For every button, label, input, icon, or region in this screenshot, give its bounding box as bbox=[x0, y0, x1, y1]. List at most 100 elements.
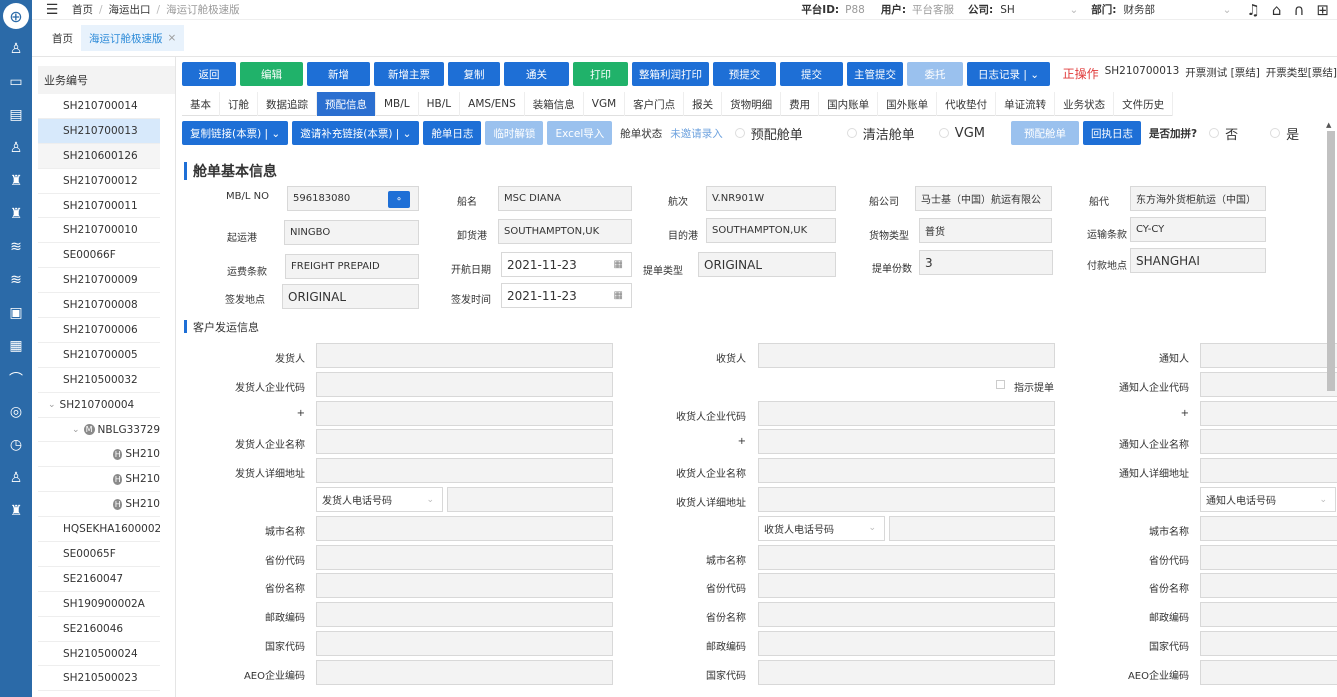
toolbar-button[interactable]: 日志记录 | ⌄ bbox=[967, 62, 1050, 86]
grid-icon[interactable]: ▦ bbox=[0, 329, 32, 362]
agent-input[interactable]: 东方海外货柜航运（中国） bbox=[1130, 186, 1266, 211]
detail-tab[interactable]: 代收垫付 bbox=[937, 92, 997, 116]
field-input[interactable] bbox=[1200, 343, 1337, 368]
breadcrumb-sea-export[interactable]: 海运出口 bbox=[109, 2, 151, 17]
person-icon[interactable]: ♙ bbox=[0, 131, 32, 164]
detail-tab[interactable]: 货物明细 bbox=[722, 92, 782, 116]
menu-toggle-icon[interactable]: ☰ bbox=[32, 2, 72, 18]
folder-icon[interactable]: ▭ bbox=[0, 65, 32, 98]
dest-input[interactable]: SOUTHAMPTON,UK bbox=[706, 218, 836, 243]
field-input[interactable] bbox=[1200, 515, 1337, 541]
detail-tab[interactable]: 国外账单 bbox=[878, 92, 938, 116]
toolbar-button[interactable]: 新增主票 bbox=[374, 62, 444, 86]
toolbar-button[interactable]: 打印 bbox=[573, 62, 628, 86]
detail-tab[interactable]: AMS/ENS bbox=[460, 92, 525, 116]
list-item[interactable]: H SH210 bbox=[38, 442, 160, 468]
company-select[interactable]: SH ⌄ bbox=[999, 3, 1079, 17]
copy-link-button[interactable]: 复制链接(本票) | ⌄ bbox=[182, 121, 289, 145]
detail-tab[interactable]: 装箱信息 bbox=[525, 92, 584, 116]
toolbar-button[interactable]: 整箱利润打印 bbox=[632, 62, 709, 86]
list-item[interactable]: SH190900002A bbox=[38, 592, 160, 617]
list-item[interactable]: SH210700014 bbox=[38, 94, 160, 119]
briefcase-icon[interactable]: ♜ bbox=[0, 197, 32, 230]
detail-tab[interactable]: 业务状态 bbox=[1055, 92, 1115, 116]
toolbar-button[interactable]: 委托 bbox=[907, 62, 963, 86]
list-item[interactable]: H SH210 bbox=[38, 467, 160, 493]
radio-pre-manifest[interactable]: 预配舱单 bbox=[734, 124, 803, 143]
main-scroll-thumb[interactable] bbox=[1327, 131, 1335, 391]
user-icon[interactable]: ♙ bbox=[0, 32, 32, 65]
list-item[interactable]: SH210600126 bbox=[38, 143, 160, 169]
detail-tab[interactable]: 费用 bbox=[781, 92, 820, 116]
pod-input[interactable]: SOUTHAMPTON,UK bbox=[498, 219, 632, 244]
pay-place-input[interactable]: SHANGHAI bbox=[1130, 248, 1266, 273]
field-input[interactable] bbox=[316, 544, 613, 570]
manifest-log-button[interactable]: 舱单日志 bbox=[423, 121, 482, 145]
list-item[interactable]: SH210700009 bbox=[38, 268, 160, 294]
list-item[interactable]: SH210500032 bbox=[38, 368, 160, 393]
list-item[interactable]: ⌄ M NBLG33729 bbox=[38, 418, 160, 443]
list-item[interactable]: SH210700011 bbox=[38, 194, 160, 219]
list-item[interactable]: SH210700010 bbox=[38, 218, 160, 244]
field-input[interactable] bbox=[316, 343, 613, 368]
field-input[interactable] bbox=[316, 631, 613, 656]
detail-tab[interactable]: 报关 bbox=[684, 92, 723, 116]
field-input[interactable] bbox=[758, 573, 1055, 599]
list-item[interactable]: ⌄ SH210700004 bbox=[38, 393, 160, 418]
close-icon[interactable]: × bbox=[168, 32, 177, 44]
finance-icon[interactable]: ◎ bbox=[0, 395, 32, 428]
temp-unlock-button[interactable]: 临时解锁 bbox=[485, 121, 544, 145]
list-item[interactable]: SH210700013 bbox=[38, 118, 160, 144]
issue-time-input[interactable]: 2021-11-23 ▦ bbox=[501, 283, 632, 308]
bl-copies-input[interactable]: 3 bbox=[919, 250, 1053, 275]
field-input[interactable] bbox=[758, 631, 1055, 656]
home-icon[interactable]: ⌂ bbox=[1272, 1, 1282, 19]
detail-tab[interactable]: VGM bbox=[584, 92, 626, 116]
field-input[interactable] bbox=[758, 544, 1055, 570]
radio-clean-manifest[interactable]: 清洁舱单 bbox=[846, 124, 915, 143]
breadcrumb-home[interactable]: 首页 bbox=[72, 2, 93, 17]
pre-manifest-button[interactable]: 预配舱单 bbox=[1010, 121, 1079, 145]
field-input[interactable] bbox=[1200, 371, 1337, 397]
notify-bl-checkbox[interactable] bbox=[996, 379, 1005, 389]
tab-home[interactable]: 首页 bbox=[44, 25, 81, 51]
toolbar-button[interactable]: 编辑 bbox=[240, 62, 303, 86]
dept-select[interactable]: 财务部 ⌄ bbox=[1122, 1, 1232, 18]
train-icon[interactable]: ▣ bbox=[0, 296, 32, 329]
field-input[interactable] bbox=[758, 659, 1055, 685]
chevron-down-icon[interactable]: ⌄ bbox=[48, 400, 56, 410]
field-input[interactable] bbox=[1200, 544, 1337, 570]
main-scrollbar[interactable]: ▲ ▼ bbox=[1325, 117, 1337, 697]
headset-icon[interactable]: ∩ bbox=[1293, 1, 1304, 19]
toolbar-button[interactable]: 通关 bbox=[504, 62, 569, 86]
field-input[interactable] bbox=[1200, 659, 1337, 685]
phone-type-select[interactable]: 通知人电话号码 ⌄ bbox=[1200, 487, 1336, 512]
detail-tab[interactable]: 国内账单 bbox=[819, 92, 879, 116]
field-input[interactable] bbox=[758, 487, 1055, 512]
pol-input[interactable]: NINGBO bbox=[284, 220, 419, 245]
mbl-lookup-button[interactable]: ⚬ bbox=[388, 191, 410, 208]
list-item[interactable]: HQSEKHA1600002 bbox=[38, 517, 160, 543]
freight-input[interactable]: FREIGHT PREPAID bbox=[285, 254, 419, 279]
field-input[interactable] bbox=[1200, 400, 1337, 426]
detail-tab[interactable]: 单证流转 bbox=[996, 92, 1056, 116]
phone-number-input[interactable] bbox=[889, 515, 1055, 541]
field-input[interactable] bbox=[1200, 602, 1337, 628]
detail-tab[interactable]: 订舱 bbox=[220, 92, 258, 116]
voyage-input[interactable]: V.NR901W bbox=[706, 186, 836, 211]
detail-tab[interactable]: 数据追踪 bbox=[258, 92, 317, 116]
document-icon[interactable]: ▤ bbox=[0, 98, 32, 131]
apps-grid-icon[interactable]: ⊞ bbox=[1316, 1, 1329, 19]
field-input[interactable] bbox=[1200, 458, 1337, 484]
list-item[interactable]: SE00066F bbox=[38, 243, 160, 269]
excel-import-button[interactable]: Excel导入 bbox=[547, 121, 613, 145]
list-item[interactable]: SE2160046 bbox=[38, 617, 160, 642]
toolbar-button[interactable]: 返回 bbox=[182, 62, 236, 86]
toolbar-button[interactable]: 复制 bbox=[448, 62, 500, 86]
field-input[interactable] bbox=[1200, 573, 1337, 599]
list-item[interactable]: SH210700005 bbox=[38, 343, 160, 368]
field-input[interactable] bbox=[1200, 429, 1337, 455]
wave-icon[interactable]: ≋ bbox=[0, 263, 32, 296]
carrier-input[interactable]: 马士基（中国）航运有限公 bbox=[915, 186, 1052, 211]
app-logo-icon[interactable]: ⊕ bbox=[3, 3, 29, 29]
